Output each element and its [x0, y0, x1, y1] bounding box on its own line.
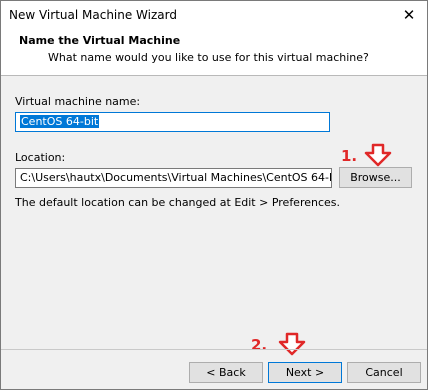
wizard-header: Name the Virtual Machine What name would…	[1, 29, 427, 76]
window-title: New Virtual Machine Wizard	[9, 8, 177, 22]
title-bar: New Virtual Machine Wizard ✕	[1, 1, 427, 29]
back-button[interactable]: < Back	[189, 362, 263, 383]
location-hint: The default location can be changed at E…	[15, 196, 341, 209]
vm-name-value: CentOS 64-bit	[20, 115, 100, 128]
annotation-step-1: 1.	[341, 147, 358, 165]
vm-name-input[interactable]: CentOS 64-bit	[15, 112, 330, 132]
cancel-button[interactable]: Cancel	[347, 362, 421, 383]
next-button[interactable]: Next >	[268, 362, 342, 383]
location-input[interactable]: C:\Users\hautx\Documents\Virtual Machine…	[15, 168, 332, 188]
footer-divider	[1, 349, 427, 350]
location-value: C:\Users\hautx\Documents\Virtual Machine…	[20, 171, 332, 184]
page-subtitle: What name would you like to use for this…	[48, 51, 369, 64]
page-title: Name the Virtual Machine	[19, 34, 181, 47]
annotation-arrow-1-icon	[364, 143, 392, 167]
close-icon[interactable]: ✕	[391, 1, 427, 29]
annotation-arrow-2-icon	[278, 332, 306, 356]
location-label: Location:	[15, 151, 66, 164]
vm-name-label: Virtual machine name:	[15, 95, 141, 108]
browse-button[interactable]: Browse...	[339, 167, 412, 188]
annotation-step-2: 2.	[251, 336, 268, 354]
wizard-window: New Virtual Machine Wizard ✕ Name the Vi…	[0, 0, 428, 390]
